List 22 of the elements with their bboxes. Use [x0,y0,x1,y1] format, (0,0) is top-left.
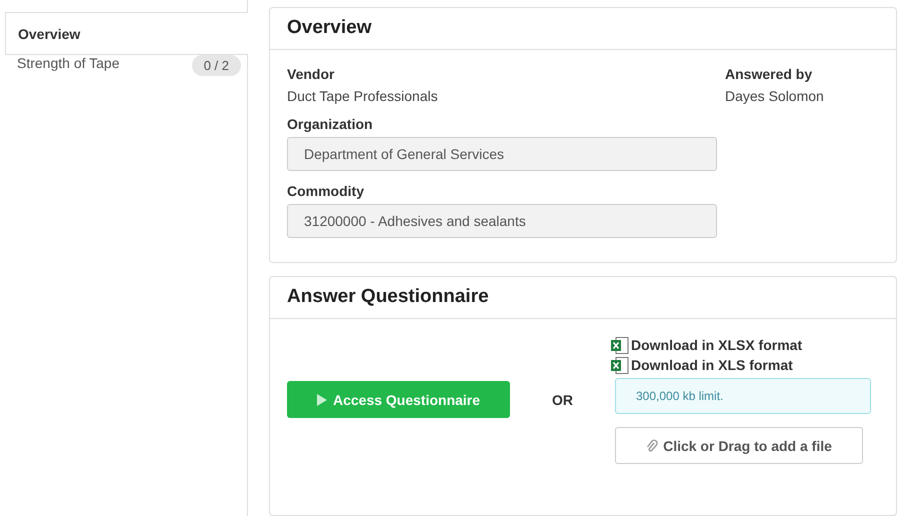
sidebar-item[interactable]: Strength of Tape 0 / 2 [5,55,248,93]
spreadsheet-icon [611,356,629,374]
download-link[interactable]: Download in XLS format [611,355,793,375]
count-badge: 0 / 2 [192,55,241,76]
field-label: Vendor [287,66,336,82]
answerer-name: Dayes Solomon [725,88,824,104]
limit-note: 300,000 kb limit. [615,378,871,414]
upload-button[interactable]: Click or Drag to add a file [615,427,863,464]
field-label: Commodity [287,183,365,199]
or-separator: OR [552,392,573,408]
spreadsheet-icon [611,336,629,354]
sidebar-item[interactable]: Overview [5,12,248,55]
card-title: Answer Questionnaire [270,277,896,319]
readonly-field: 31200000 - Adhesives and sealants [287,204,717,238]
vendor-name: Duct Tape Professionals [287,88,439,104]
readonly-field: Department of General Services [287,137,717,171]
field-label: Organization [287,116,374,132]
play-icon [316,394,327,406]
field-label: Answered by [725,66,814,82]
paperclip-icon [646,438,658,452]
download-link[interactable]: Download in XLSX format [611,335,802,355]
card-title: Overview [270,8,896,50]
